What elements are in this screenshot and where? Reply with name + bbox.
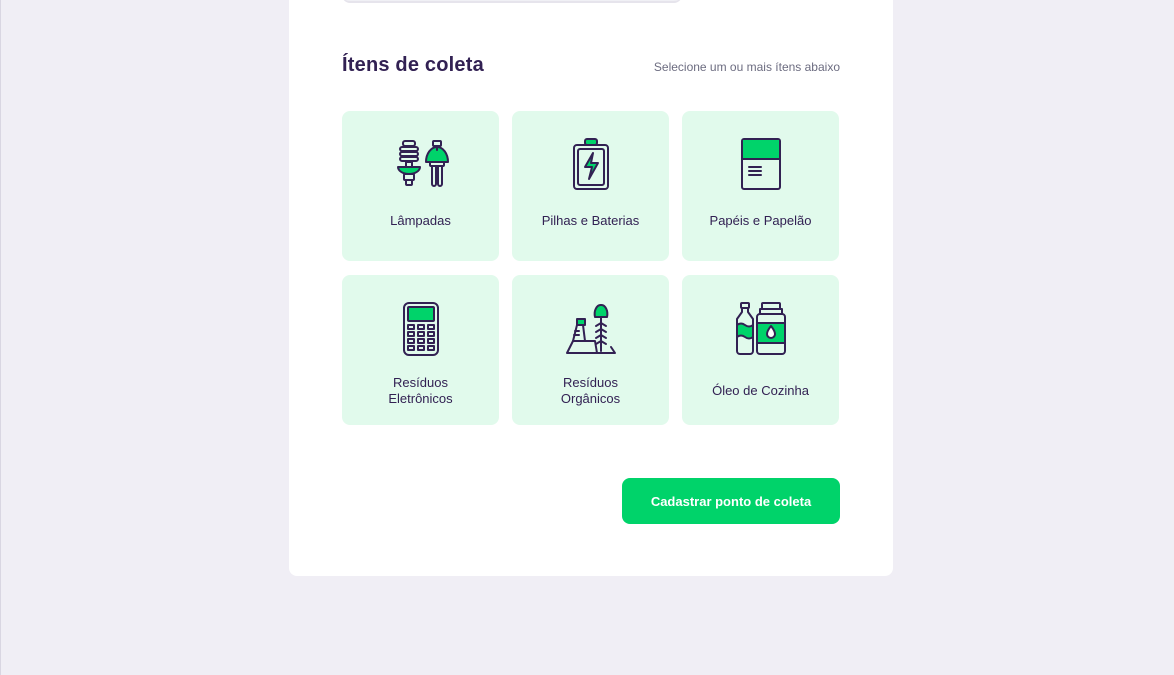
item-pilhas-baterias[interactable]: Pilhas e Baterias [512, 111, 669, 261]
section-header: Ítens de coleta Selecione um ou mais íte… [342, 54, 840, 84]
item-label: Papéis e Papelão [709, 213, 812, 228]
organic-waste-icon [563, 301, 619, 357]
item-label-line2: Orgânicos [560, 391, 621, 406]
item-lampadas[interactable]: Lâmpadas [342, 111, 499, 261]
item-label: Óleo de Cozinha [712, 383, 809, 398]
paper-icon [733, 137, 789, 193]
electronic-device-icon [393, 301, 449, 357]
page: Ítens de coleta Selecione um ou mais íte… [0, 0, 1174, 675]
item-papeis-papelao[interactable]: Papéis e Papelão [682, 111, 839, 261]
item-label: Resíduos Eletrônicos [344, 375, 497, 407]
item-label: Pilhas e Baterias [541, 213, 640, 228]
item-label: Resíduos Orgânicos [514, 375, 667, 407]
window-edge [0, 0, 1, 675]
items-grid: Lâmpadas Pilhas e Baterias Papéis e Pape… [342, 111, 840, 425]
previous-field-edge [342, 0, 682, 3]
lightbulbs-icon [393, 137, 449, 193]
cooking-oil-icon [733, 301, 789, 357]
submit-button[interactable]: Cadastrar ponto de coleta [622, 478, 840, 524]
item-residuos-organicos[interactable]: Resíduos Orgânicos [512, 275, 669, 425]
item-label: Lâmpadas [390, 213, 451, 228]
section-hint: Selecione um ou mais ítens abaixo [653, 60, 840, 74]
item-oleo-cozinha[interactable]: Óleo de Cozinha [682, 275, 839, 425]
section-title: Ítens de coleta [342, 54, 484, 76]
item-label-line1: Resíduos [563, 375, 618, 390]
item-label-line1: Resíduos [393, 375, 448, 390]
item-residuos-eletronicos[interactable]: Resíduos Eletrônicos [342, 275, 499, 425]
item-label-line2: Eletrônicos [388, 391, 453, 406]
form-card: Ítens de coleta Selecione um ou mais íte… [289, 0, 893, 576]
battery-icon [563, 137, 619, 193]
